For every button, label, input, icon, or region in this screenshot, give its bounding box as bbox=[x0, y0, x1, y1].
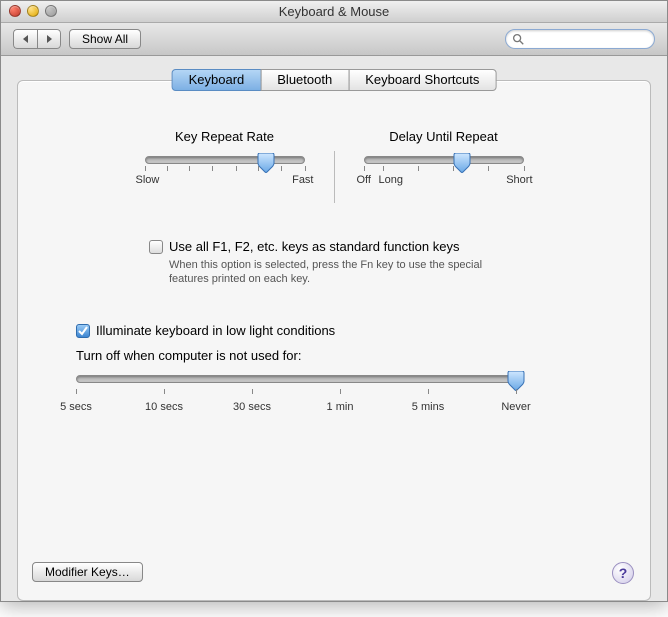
titlebar: Keyboard & Mouse bbox=[1, 1, 667, 23]
fn-keys-hint: When this option is selected, press the … bbox=[169, 258, 519, 287]
close-icon[interactable] bbox=[9, 5, 21, 17]
key-repeat-title: Key Repeat Rate bbox=[140, 129, 310, 144]
search-input[interactable] bbox=[505, 29, 655, 49]
zoom-icon bbox=[45, 5, 57, 17]
search-icon bbox=[511, 32, 525, 46]
help-icon: ? bbox=[619, 565, 628, 581]
illuminate-checkbox-row[interactable]: Illuminate keyboard in low light conditi… bbox=[76, 323, 592, 338]
tab-bluetooth[interactable]: Bluetooth bbox=[260, 69, 349, 91]
minimize-icon[interactable] bbox=[27, 5, 39, 17]
delay-repeat-labels: Off Long Short bbox=[359, 174, 529, 188]
forward-button[interactable] bbox=[37, 29, 61, 49]
fn-keys-block: Use all F1, F2, etc. keys as standard fu… bbox=[149, 239, 519, 287]
illuminate-block: Illuminate keyboard in low light conditi… bbox=[76, 323, 592, 417]
key-repeat-block: Key Repeat Rate Slow Fast bbox=[140, 129, 310, 203]
show-all-label: Show All bbox=[82, 32, 128, 46]
divider bbox=[334, 151, 335, 203]
show-all-button[interactable]: Show All bbox=[69, 29, 141, 49]
fn-keys-label: Use all F1, F2, etc. keys as standard fu… bbox=[169, 239, 459, 254]
illuminate-checkbox[interactable] bbox=[76, 324, 90, 338]
sliders-row: Key Repeat Rate Slow Fast bbox=[46, 129, 622, 203]
delay-repeat-slider[interactable] bbox=[364, 156, 524, 164]
illuminate-slider[interactable] bbox=[76, 375, 516, 383]
fn-keys-checkbox[interactable] bbox=[149, 240, 163, 254]
tab-shortcuts[interactable]: Keyboard Shortcuts bbox=[348, 69, 496, 91]
delay-repeat-title: Delay Until Repeat bbox=[359, 129, 529, 144]
illuminate-tick-labels: 5 secs 10 secs 30 secs 1 min 5 mins Neve… bbox=[76, 401, 516, 417]
modifier-keys-button-wrap: Modifier Keys… bbox=[32, 562, 143, 582]
illuminate-thumb[interactable] bbox=[507, 371, 525, 391]
back-button[interactable] bbox=[13, 29, 37, 49]
illuminate-label: Illuminate keyboard in low light conditi… bbox=[96, 323, 335, 338]
modifier-keys-label: Modifier Keys… bbox=[45, 565, 130, 579]
key-repeat-ticks bbox=[145, 166, 305, 172]
window-title: Keyboard & Mouse bbox=[279, 4, 390, 19]
delay-repeat-ticks bbox=[364, 166, 524, 172]
tabs: Keyboard Bluetooth Keyboard Shortcuts bbox=[172, 69, 497, 91]
illuminate-ticks bbox=[76, 389, 516, 395]
search-field[interactable] bbox=[505, 29, 655, 49]
content: Keyboard Bluetooth Keyboard Shortcuts Ke… bbox=[1, 56, 667, 617]
illuminate-sub: Turn off when computer is not used for: bbox=[76, 348, 592, 363]
fn-keys-checkbox-row[interactable]: Use all F1, F2, etc. keys as standard fu… bbox=[149, 239, 519, 254]
toolbar: Show All bbox=[1, 23, 667, 56]
panel: Key Repeat Rate Slow Fast bbox=[17, 80, 651, 601]
key-repeat-slider[interactable] bbox=[145, 156, 305, 164]
help-button[interactable]: ? bbox=[612, 562, 634, 584]
tab-keyboard[interactable]: Keyboard bbox=[172, 69, 262, 91]
key-repeat-labels: Slow Fast bbox=[140, 174, 310, 188]
nav-segment bbox=[13, 29, 61, 49]
window: Keyboard & Mouse Show All Keyboard Bluet… bbox=[0, 0, 668, 602]
modifier-keys-button[interactable]: Modifier Keys… bbox=[32, 562, 143, 582]
traffic-lights bbox=[9, 5, 57, 17]
delay-repeat-block: Delay Until Repeat Off Long Short bbox=[359, 129, 529, 203]
